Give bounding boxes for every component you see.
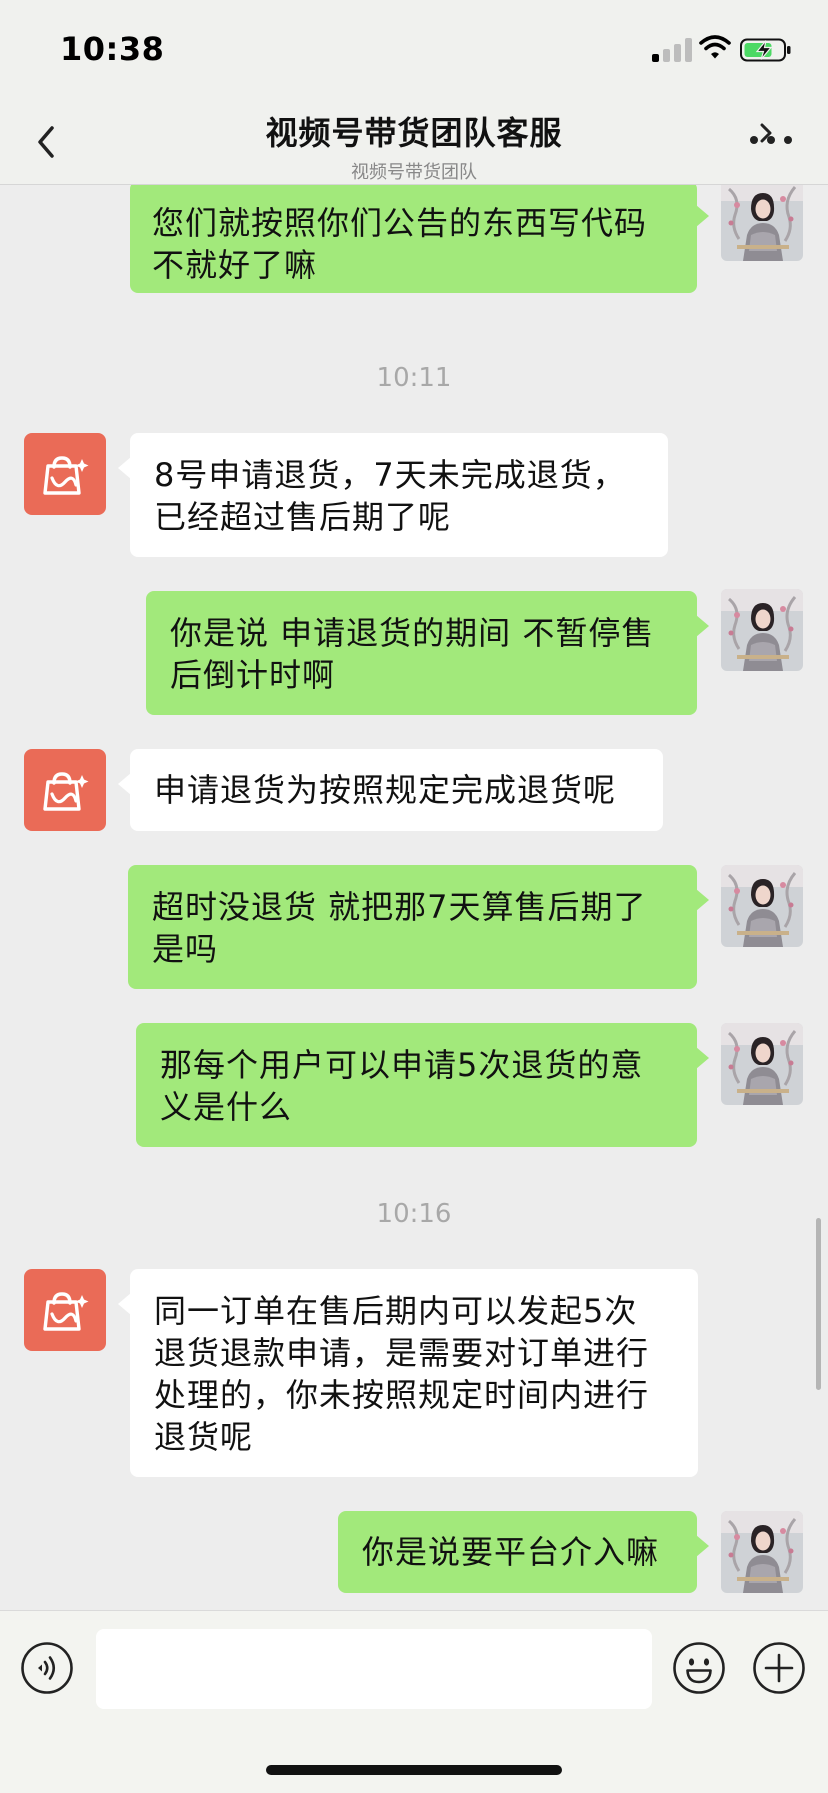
nav-bar: 视频号带货团队客服 视频号带货团队 [0,100,828,185]
more-icon[interactable] [748,128,794,152]
user-avatar[interactable] [721,589,803,671]
input-bar [0,1610,828,1793]
scrollbar[interactable] [816,1218,821,1390]
service-avatar[interactable] [24,1269,106,1351]
status-bar: 10:38 [0,0,828,100]
chat-area[interactable]: 您们就按照你们公告的东西写代码 不就好了嘛 10:11 8号申请退货，7天未完成… [0,185,828,1610]
message-bubble[interactable]: 那每个用户可以申请5次退货的意 义是什么 [136,1023,709,1147]
wifi-icon [699,35,731,59]
signal-icon [652,38,694,62]
chat-subtitle: 视频号带货团队 [351,162,477,183]
chat-title-block[interactable]: 视频号带货团队客服 视频号带货团队 [180,108,772,184]
message-bubble[interactable]: 8号申请退货，7天未完成退货， 已经超过售后期了呢 [118,433,668,557]
plus-icon[interactable] [752,1641,806,1695]
user-avatar[interactable] [721,1023,803,1105]
chat-title[interactable]: 视频号带货团队客服 [265,114,562,152]
back-icon[interactable] [24,116,68,168]
message-bubble[interactable]: 申请退货为按照规定完成退货呢 [118,749,663,831]
service-avatar[interactable] [24,433,106,515]
message-input[interactable] [96,1629,652,1709]
timestamp: 10:11 [376,363,452,393]
message-bubble[interactable]: 您们就按照你们公告的东西写代码 不就好了嘛 [130,185,709,293]
message-bubble[interactable]: 你是说 申请退货的期间 不暂停售 后倒计时啊 [146,591,709,715]
user-avatar[interactable] [721,865,803,947]
user-avatar[interactable] [721,1511,803,1593]
emoji-icon[interactable] [672,1641,726,1695]
message-bubble[interactable]: 超时没退货 就把那7天算售后期了 是吗 [128,865,709,989]
message-bubble[interactable]: 同一订单在售后期内可以发起5次 退货退款申请，是需要对订单进行 处理的，你未按照… [118,1269,698,1477]
timestamp: 10:16 [376,1199,452,1229]
voice-icon[interactable] [20,1641,74,1695]
message-bubble[interactable]: 你是说要平台介入嘛 [338,1511,709,1593]
home-indicator[interactable] [266,1765,562,1775]
status-time: 10:38 [60,30,165,68]
service-avatar[interactable] [24,749,106,831]
user-avatar[interactable] [721,185,803,261]
battery-charging-icon [740,38,791,62]
